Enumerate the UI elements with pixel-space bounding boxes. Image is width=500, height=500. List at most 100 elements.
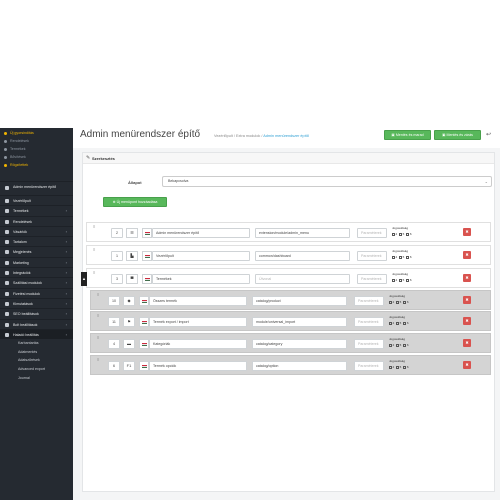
sidebar-menu: Admin menürendszer építő	[0, 181, 73, 195]
tag-icon[interactable]: ◆	[123, 296, 135, 306]
parameters-input[interactable]: Paraméterek	[354, 361, 384, 371]
sort-order-input[interactable]: 6	[108, 361, 120, 371]
delete-button[interactable]: ✖	[463, 317, 471, 325]
hungarian-flag-icon	[139, 339, 149, 349]
sidebar-item-label: Tartalom	[13, 240, 27, 245]
breadcrumb-mid[interactable]: Extra modulok	[236, 134, 260, 138]
parameters-input[interactable]: Paraméterek	[357, 274, 387, 284]
save-and-stay-button[interactable]: ▣ Mentés és marad	[384, 130, 431, 140]
breadcrumb-current[interactable]: Admin menürendszer építő	[263, 134, 309, 138]
sidebar-item[interactable]: Kimutatások ›	[0, 297, 73, 308]
sidebar-item[interactable]: Szállítási modulok ›	[0, 277, 73, 287]
parameters-input[interactable]: Paraméterek	[354, 296, 384, 306]
sort-order-input[interactable]: 2	[111, 228, 123, 238]
sidebar-item-label: Megjelenés	[13, 250, 32, 255]
folder-icon[interactable]: ▬	[123, 339, 135, 349]
route-input[interactable]: Útvonal	[255, 274, 350, 284]
drag-handle-icon[interactable]: ≡	[93, 247, 95, 252]
hungarian-flag-icon	[139, 296, 149, 306]
sidebar-subitem[interactable]: Adatmentés	[0, 348, 73, 357]
sidebar-quick-item[interactable]: Rögzítettek	[0, 161, 73, 169]
route-input[interactable]: extension/module/admin_menu	[255, 228, 350, 238]
cart-icon[interactable]: ▀	[126, 274, 138, 284]
collapse-toggle-button[interactable]: ▲	[81, 272, 87, 286]
drag-handle-icon[interactable]: ≡	[97, 292, 99, 297]
drag-handle-icon[interactable]: ≡	[97, 313, 99, 318]
sidebar-item[interactable]: Rendelések	[0, 215, 73, 226]
delete-button[interactable]: ✖	[463, 228, 471, 236]
delete-button[interactable]: ✖	[463, 361, 471, 369]
sort-order-input[interactable]: 10	[108, 296, 120, 306]
sidebar-item-label: Haladó beállítás	[13, 332, 39, 337]
sidebar-subitem[interactable]: Advanced export	[0, 365, 73, 374]
route-input[interactable]: catalog/product	[252, 296, 347, 306]
sidebar-item[interactable]: Fizetési modulok ›	[0, 287, 73, 298]
menu-name-input[interactable]: Termék opciók	[149, 361, 247, 371]
sidebar-subitem[interactable]: Journal	[0, 374, 73, 383]
bullet-icon	[4, 140, 7, 143]
list-icon[interactable]: ☰	[126, 228, 138, 238]
sort-order-input[interactable]: 11	[108, 317, 120, 327]
keyboard-icon[interactable]: F1	[123, 361, 135, 371]
parameters-input[interactable]: Paraméterek	[357, 251, 387, 261]
sidebar-item[interactable]: Haladó beállítás ›	[0, 328, 73, 340]
menu-name-input[interactable]: Vezérlőpult	[152, 251, 250, 261]
route-input[interactable]: module/universal_import	[252, 317, 347, 327]
route-input[interactable]: catalog/category	[252, 339, 347, 349]
sidebar-item-label: Kimutatások	[13, 301, 33, 306]
permissions-checkboxes: 456	[392, 232, 414, 236]
delete-button[interactable]: ✖	[463, 251, 471, 259]
sidebar-item-label: Termékek	[13, 209, 29, 214]
delete-button[interactable]: ✖	[463, 274, 471, 282]
drag-handle-icon[interactable]: ≡	[93, 224, 95, 229]
drag-handle-icon[interactable]: ≡	[93, 270, 95, 275]
sidebar-item-admin-menu[interactable]: Admin menürendszer építő	[0, 181, 73, 195]
sidebar-item[interactable]: SEO beállítások ›	[0, 308, 73, 318]
status-select[interactable]: Bekapcsolva ⌄	[162, 176, 492, 187]
breadcrumb-home[interactable]: Vezérlőpult	[214, 134, 233, 138]
menu-name-input[interactable]: Összes termék	[149, 296, 247, 306]
delete-button[interactable]: ✖	[463, 296, 471, 304]
sidebar-quick-item[interactable]: Új gyorsindítás	[0, 129, 73, 137]
drag-handle-icon[interactable]: ≡	[97, 357, 99, 362]
sidebar-item[interactable]: Vásárlók ›	[0, 225, 73, 236]
sort-order-input[interactable]: 1	[111, 251, 123, 261]
sidebar-quick-item[interactable]: Termékek	[0, 145, 73, 153]
sort-order-input[interactable]: 4	[108, 339, 120, 349]
sidebar-item[interactable]: Termékek ›	[0, 205, 73, 215]
permission-label: 4	[395, 278, 398, 283]
parameters-input[interactable]: Paraméterek	[354, 339, 384, 349]
sidebar-item[interactable]: Integrációk ›	[0, 267, 73, 277]
permission-label: 6	[406, 321, 409, 326]
menu-item-row: ≡ ▲ 3 ▀ Termékek Útvonal Paraméterek Jogosultsá…	[81, 268, 491, 288]
delete-button[interactable]: ✖	[463, 339, 471, 347]
chart-icon[interactable]: ▙	[126, 251, 138, 261]
sidebar-item[interactable]: Bolt beállítások ›	[0, 318, 73, 329]
parameters-input[interactable]: Paraméterek	[354, 317, 384, 327]
drag-handle-icon[interactable]: ≡	[97, 335, 99, 340]
sidebar-item[interactable]: Vezérlőpult	[0, 195, 73, 205]
menu-name-input[interactable]: Termékek	[152, 274, 250, 284]
menu-name-input[interactable]: Admin menürendszer építő	[152, 228, 250, 238]
permission-label: 5	[399, 365, 402, 370]
sidebar-quick-item[interactable]: Bővítések	[0, 153, 73, 161]
menu-name-input[interactable]: Kategóriák	[149, 339, 247, 349]
route-input[interactable]: common/dashboard	[255, 251, 350, 261]
sidebar-subitem[interactable]: Karbantartás	[0, 339, 73, 348]
menu-subitem-row: ≡ 11 ⚑ Termék export / import module/univers…	[90, 311, 491, 331]
menu-name-input[interactable]: Termék export / import	[149, 317, 247, 327]
sidebar-quick-item[interactable]: Rendelések	[0, 137, 73, 145]
sidebar-item[interactable]: Marketing ›	[0, 256, 73, 267]
sort-order-input[interactable]: 3	[111, 274, 123, 284]
sidebar-subitem[interactable]: Adatszűrések	[0, 356, 73, 365]
add-menu-item-button[interactable]: ⊕ Új menüpont hozzáadása	[103, 197, 167, 207]
sidebar-item[interactable]: Tartalom ›	[0, 236, 73, 246]
permissions-title: Jogosultság	[389, 337, 406, 341]
back-button[interactable]: ↩	[484, 130, 493, 140]
route-input[interactable]: catalog/option	[252, 361, 347, 371]
parameters-input[interactable]: Paraméterek	[357, 228, 387, 238]
save-and-close-button[interactable]: ▣ Mentés és zárás	[434, 130, 481, 140]
sidebar-item[interactable]: Megjelenés ›	[0, 246, 73, 256]
flag-icon[interactable]: ⚑	[123, 317, 135, 327]
page-header: Admin menürendszer építő Vezérlőpult / E…	[73, 120, 500, 148]
